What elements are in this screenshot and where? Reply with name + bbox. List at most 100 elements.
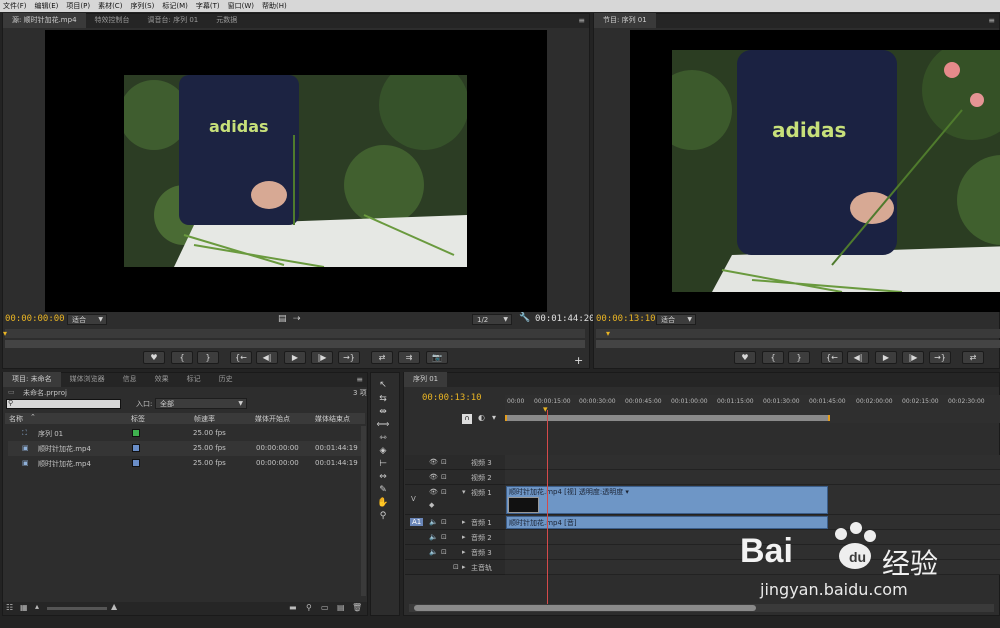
source-time-ruler[interactable] [5,329,585,338]
timeline-ruler[interactable]: 00:00 00:00:15:00 00:00:30:00 00:00:45:0… [505,395,1000,423]
marker-icon[interactable]: ▾ [492,413,496,422]
frame-icon[interactable]: ▤ [278,314,287,324]
program-timecode[interactable]: 00:00:13:10 [596,314,656,324]
find-icon[interactable]: ⚲ [306,603,312,612]
zoom-in-icon[interactable]: ▲ [111,602,117,611]
track-lane-v3[interactable] [505,455,1000,470]
lock-icon[interactable]: ⊡ [441,458,447,466]
rolling-edit-tool-icon[interactable]: ⟺ [373,420,393,434]
panel-menu-icon[interactable]: ≡ [988,16,995,25]
menu-sequence[interactable]: 序列(S) [130,1,154,11]
insert-button[interactable]: ⇄ [371,351,393,364]
snap-icon[interactable]: ∩ [462,414,472,424]
search-input[interactable]: ⚲ [6,399,121,409]
add-button[interactable]: + [574,354,583,367]
column-media-end[interactable]: 媒体结束点 [315,414,350,424]
source-resolution-dropdown[interactable]: 1/2 ▼ [472,314,512,325]
project-row-sequence[interactable]: ⛶ 序列 01 25.00 fps [8,426,364,441]
zoom-out-icon[interactable]: ▴ [35,602,39,611]
tab-program[interactable]: 节目: 序列 01 [594,13,656,28]
menu-edit[interactable]: 编辑(E) [35,1,59,11]
project-row-clip-2[interactable]: ▣ 顺时针加花.mp4 25.00 fps 00:00:00:00 00:01:… [8,456,364,471]
hand-tool-icon[interactable]: ✋ [373,498,393,512]
eye-icon[interactable]: 👁 [429,488,438,496]
go-to-in-button[interactable]: {← [821,351,843,364]
step-back-button[interactable]: ◀| [847,351,869,364]
track-select-tool-icon[interactable]: ⇆ [373,394,393,408]
lock-icon[interactable]: ⊡ [453,563,459,571]
add-marker-button[interactable]: ♥ [143,351,165,364]
expand-icon[interactable]: ▸ [462,518,466,526]
menu-title[interactable]: 字幕(T) [196,1,220,11]
sort-ascending-icon[interactable]: ⌃ [30,413,36,421]
column-fps[interactable]: 帧速率 [194,414,215,424]
menu-project[interactable]: 项目(P) [66,1,90,11]
panel-menu-icon[interactable]: ≡ [356,375,363,384]
export-frame-button[interactable]: 📷 [426,351,448,364]
tab-audio-mixer[interactable]: 调音台: 序列 01 [139,13,208,28]
lock-icon[interactable]: ⊡ [441,533,447,541]
lock-icon[interactable]: ⊡ [441,548,447,556]
tab-effects[interactable]: 效果 [146,372,178,387]
expand-icon[interactable]: ▸ [462,548,466,556]
program-playhead-icon[interactable]: ▾ [606,329,610,338]
eye-icon[interactable]: 👁 [429,473,438,481]
new-item-icon[interactable]: ▤ [337,603,345,612]
video-clip[interactable]: 顺时针加花.mp4 [视] 透明度:透明度 ▾ [506,486,828,514]
link-icon[interactable]: ◐ [478,413,485,422]
slide-tool-icon[interactable]: ⇔ [373,472,393,486]
step-forward-button[interactable]: |▶ [902,351,924,364]
source-fit-dropdown[interactable]: 适合 ▼ [67,314,107,325]
tab-sequence[interactable]: 序列 01 [404,372,448,387]
in-dropdown[interactable]: 全部 ▼ [155,398,247,409]
icon-view-icon[interactable]: ▦ [20,603,28,612]
razor-tool-icon[interactable]: ◈ [373,446,393,460]
overwrite-button[interactable]: ⇉ [398,351,420,364]
zoom-tool-icon[interactable]: ⚲ [373,511,393,525]
mark-out-button[interactable]: } [197,351,219,364]
tab-source[interactable]: 源: 顺时针加花.mp4 [3,13,86,28]
lock-icon[interactable]: ⊡ [441,473,447,481]
pen-tool-icon[interactable]: ✎ [373,485,393,499]
new-bin-icon[interactable]: ▬ [289,603,297,612]
a-target-label[interactable]: A1 [410,518,424,526]
panel-menu-icon[interactable]: ≡ [578,16,585,25]
project-scrollbar[interactable] [361,426,366,596]
wrench-icon[interactable]: 🔧 [519,313,530,323]
menu-marker[interactable]: 标记(M) [162,1,188,11]
keyframe-icon[interactable]: ◆ [429,501,434,509]
mark-in-button[interactable]: { [171,351,193,364]
tab-effect-controls[interactable]: 特效控制台 [86,13,139,28]
play-button[interactable]: ▶ [284,351,306,364]
settings-icon[interactable]: ⇢ [293,314,301,324]
go-to-in-button[interactable]: {← [230,351,252,364]
list-view-icon[interactable]: ☷ [6,603,13,612]
v-target-label[interactable]: V [411,495,416,503]
go-to-out-button[interactable]: →} [338,351,360,364]
source-playhead-icon[interactable]: ▾ [3,329,7,338]
tab-project[interactable]: 项目: 未命名 [3,372,61,387]
selection-tool-icon[interactable]: ↖ [373,380,393,394]
speaker-icon[interactable]: 🔈 [429,548,438,556]
mark-out-button[interactable]: } [788,351,810,364]
source-timecode[interactable]: 00:00:00:00 [5,314,65,324]
menu-clip[interactable]: 素材(C) [98,1,122,11]
eye-icon[interactable]: 👁 [429,458,438,466]
slip-tool-icon[interactable]: ⊢ [373,459,393,473]
program-time-ruler[interactable] [596,329,1000,338]
lock-icon[interactable]: ⊡ [441,488,447,496]
menu-file[interactable]: 文件(F) [3,1,27,11]
menu-window[interactable]: 窗口(W) [228,1,254,11]
tab-metadata[interactable]: 元数据 [207,13,246,28]
expand-icon[interactable]: ▸ [462,563,466,571]
timeline-playhead-line[interactable] [547,410,548,605]
mark-in-button[interactable]: { [762,351,784,364]
expand-icon[interactable]: ▸ [462,533,466,541]
column-label[interactable]: 标签 [131,414,145,424]
source-zoom-bar[interactable] [5,340,585,348]
tab-media-browser[interactable]: 媒体浏览器 [61,372,114,387]
column-name[interactable]: 名称 [9,414,23,424]
step-forward-button[interactable]: |▶ [311,351,333,364]
project-row-clip-1[interactable]: ▣ 顺时针加花.mp4 25.00 fps 00:00:00:00 00:01:… [8,441,364,456]
ripple-edit-tool-icon[interactable]: ⇹ [373,407,393,421]
